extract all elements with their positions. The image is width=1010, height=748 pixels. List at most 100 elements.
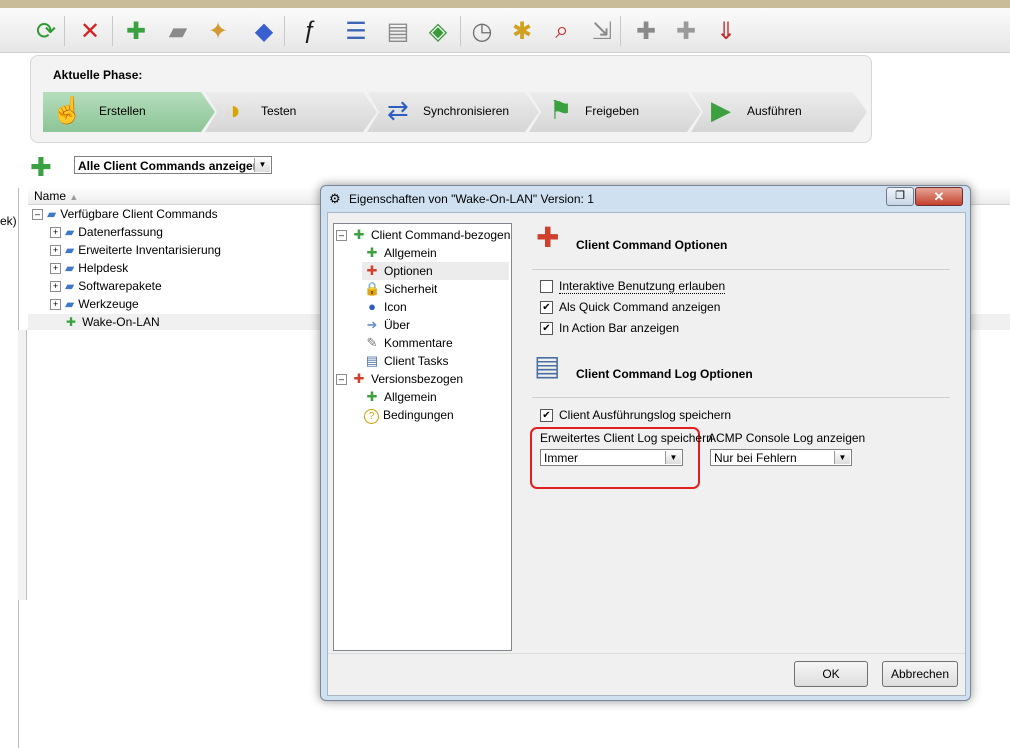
function-button[interactable]: ƒ	[292, 14, 328, 48]
delete-icon: ✕	[79, 17, 101, 45]
execute-play-icon: ▶	[711, 95, 731, 125]
phase-step-erstellen[interactable]: ☝ Erstellen	[43, 92, 215, 132]
checkmark-icon[interactable]: ✔	[540, 301, 553, 315]
toolbar-separator	[620, 16, 621, 46]
settings-tree: – ✚ Client Command-bezogen ✚ Allgemein ✚ Opt…	[333, 223, 512, 651]
tree-group-version[interactable]: – ✚ Versionsbezogen	[336, 370, 463, 388]
list-item[interactable]: + ▰ Werkzeuge	[50, 295, 139, 313]
left-panel-partial-text: ek)	[0, 214, 17, 228]
tree-item-kommentare[interactable]: ✎ Kommentare	[364, 334, 453, 352]
phase-step-label: Testen	[261, 104, 297, 118]
tree-item-client-tasks[interactable]: ▤ Client Tasks	[364, 352, 449, 370]
refresh-button[interactable]: ⟳	[28, 14, 64, 48]
main-toolbar: ⟳ ✕ ✚ ▰ ✦ ◆ ƒ ☰ ▤ ◈ ◷ ✱ ⌕ ⇲ ✚ ✚ ⇓	[0, 8, 1010, 53]
tree-item-ueber[interactable]: ➜ Über	[364, 316, 410, 334]
shapes-button[interactable]: ◆	[246, 14, 282, 48]
tree-item-icon[interactable]: ● Icon	[364, 298, 407, 316]
footer-divider	[328, 653, 965, 654]
import-button[interactable]: ✦	[200, 14, 236, 48]
schedule-button[interactable]: ◷	[464, 14, 500, 48]
checkmark-icon[interactable]: ✔	[540, 409, 553, 423]
puzzle-icon: ✚	[366, 245, 378, 260]
checkbox-quick-command[interactable]: ✔ Als Quick Command anzeigen	[540, 300, 720, 316]
release-flag-icon: ⚑	[549, 95, 573, 125]
dialog-title: Eigenschaften von "Wake-On-LAN" Version:…	[349, 192, 594, 206]
pencil-icon: ✎	[366, 335, 378, 350]
toolbar-separator	[112, 16, 113, 46]
list-item-wake-on-lan[interactable]: ✚ Wake-On-LAN	[66, 313, 160, 331]
properties-button[interactable]: ☰	[338, 14, 374, 48]
section-title-options: Client Command Optionen	[576, 238, 728, 252]
tree-item-allgemein[interactable]: ✚ Allgemein	[364, 244, 437, 262]
move-puzzle-button[interactable]: ⇲	[584, 14, 620, 48]
puzzle-icon: ✚	[66, 315, 77, 329]
phase-step-synchronisieren[interactable]: ⇄ Synchronisieren	[367, 92, 539, 132]
window-icon: ⚙	[329, 191, 341, 206]
extended-log-dropdown[interactable]: Immer ▼	[540, 449, 683, 466]
puzzle-download-button[interactable]: ⇓	[708, 14, 744, 48]
arrow-icon: ➜	[366, 317, 378, 332]
tree-item-bedingungen[interactable]: ? Bedingungen	[364, 406, 454, 424]
checkmark-icon[interactable]: ✔	[540, 322, 553, 336]
left-panel-edge: ek)	[0, 188, 19, 748]
hand-cursor-icon: ☝	[51, 95, 84, 125]
new-folder-button[interactable]: ▰	[160, 14, 196, 48]
list-item[interactable]: + ▰ Helpdesk	[50, 259, 128, 277]
filter-dropdown[interactable]: Alle Client Commands anzeigen ▼	[74, 156, 272, 174]
list-item[interactable]: + ▰ Datenerfassung	[50, 223, 163, 241]
top-strip	[0, 0, 1010, 8]
column-header-name[interactable]: Name ▲	[34, 189, 78, 203]
package-button[interactable]: ◈	[420, 14, 456, 48]
filter-puzzle-icon: ✚	[30, 152, 52, 182]
shapes-icon: ◆	[254, 17, 274, 45]
new-client-command-icon: ✚	[125, 17, 147, 45]
chevron-down-icon: ▼	[834, 451, 850, 464]
extended-log-value: Immer	[544, 451, 578, 465]
dialog-body: – ✚ Client Command-bezogen ✚ Allgemein ✚ Opt…	[327, 212, 966, 696]
toolbar-separator	[284, 16, 285, 46]
divider	[532, 269, 950, 270]
list-item[interactable]: + ▰ Softwarepakete	[50, 277, 162, 295]
checkbox-box[interactable]	[540, 280, 553, 294]
restore-button[interactable]: ❐	[886, 187, 914, 206]
phase-step-label: Ausführen	[747, 104, 802, 118]
cancel-button[interactable]: Abbrechen	[882, 661, 958, 687]
phase-step-label: Erstellen	[99, 104, 146, 118]
toolbar-separator	[460, 16, 461, 46]
phase-step-ausfuehren[interactable]: ▶ Ausführen	[691, 92, 867, 132]
new-folder-icon: ▰	[168, 17, 188, 45]
comment-button[interactable]: ▤	[380, 14, 416, 48]
package-icon: ◈	[428, 17, 448, 45]
tree-item-optionen[interactable]: ✚ Optionen	[362, 262, 509, 280]
phase-step-label: Freigeben	[585, 104, 640, 118]
list-item[interactable]: + ▰ Erweiterte Inventarisierung	[50, 241, 221, 259]
new-client-command-button[interactable]: ✚	[118, 14, 154, 48]
page-icon: ▤	[365, 353, 379, 368]
search-puzzle-icon: ⌕	[555, 17, 569, 44]
function-icon: ƒ	[303, 17, 317, 44]
console-log-dropdown[interactable]: Nur bei Fehlern ▼	[710, 449, 852, 466]
checkbox-interactive[interactable]: Interaktive Benutzung erlauben	[540, 279, 726, 295]
delete-button[interactable]: ✕	[72, 14, 108, 48]
import-icon: ✦	[207, 17, 229, 45]
checkbox-action-bar[interactable]: ✔ In Action Bar anzeigen	[540, 321, 679, 337]
dialog-titlebar[interactable]: ⚙ Eigenschaften von "Wake-On-LAN" Versio…	[321, 186, 970, 212]
search-puzzle-button[interactable]: ⌕	[544, 14, 580, 48]
tree-group-client-command[interactable]: – ✚ Client Command-bezogen	[336, 226, 510, 244]
tree-item-sicherheit[interactable]: 🔒 Sicherheit	[364, 280, 437, 298]
tree-root[interactable]: – ▰ Verfügbare Client Commands	[32, 205, 218, 223]
ok-button[interactable]: OK	[794, 661, 868, 687]
close-button[interactable]: ✕	[915, 187, 963, 206]
puzzle-icon: ✚	[353, 227, 365, 242]
checkbox-execution-log[interactable]: ✔ Client Ausführungslog speichern	[540, 408, 731, 424]
options-content: ✚ Client Command Optionen Interaktive Be…	[518, 213, 963, 653]
phase-step-testen[interactable]: ◑ Testen	[205, 92, 377, 132]
puzzle-gray-button[interactable]: ✚	[628, 14, 664, 48]
phase-step-freigeben[interactable]: ⚑ Freigeben	[529, 92, 701, 132]
tree-item-version-allgemein[interactable]: ✚ Allgemein	[364, 388, 437, 406]
star-puzzle-button[interactable]: ✱	[504, 14, 540, 48]
splitter[interactable]	[18, 330, 27, 600]
notepad-icon: ▤	[534, 350, 561, 381]
puzzle-multi-button[interactable]: ✚	[668, 14, 704, 48]
properties-icon: ☰	[345, 17, 367, 45]
